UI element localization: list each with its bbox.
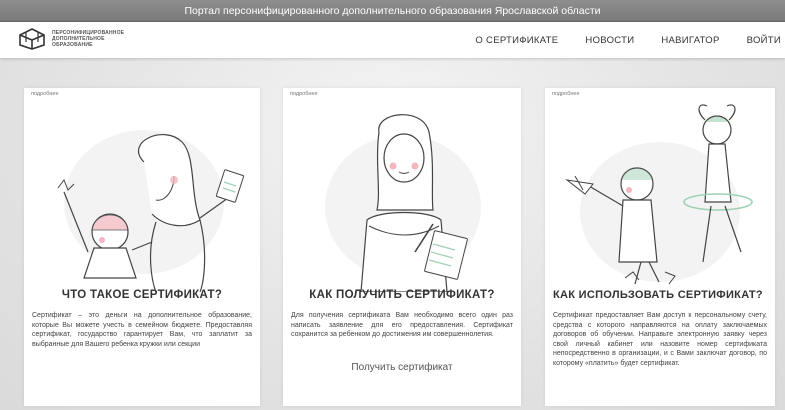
banner-text: Портал персонифицированного дополнительн…: [184, 5, 601, 17]
card-what-is-certificate: подробнее ЧТО ТАКОЕ СЕРТИФИКАТ? Сертифик…: [24, 88, 260, 406]
card-how-to-use-certificate: подробнее КАК ИСПОЛЬЗОВАТЬ СЕРТИФИКАТ? С…: [545, 88, 775, 406]
top-banner: Портал персонифицированного дополнительн…: [0, 0, 785, 22]
nav-login[interactable]: ВОЙТИ: [747, 35, 781, 46]
nav-navigator[interactable]: НАВИГАТОР: [661, 35, 719, 46]
navbar: ПЕРСОНИФИЦИРОВАННОЕ ДОПОЛНИТЕЛЬНОЕ ОБРАЗ…: [0, 22, 785, 58]
card-more-link[interactable]: подробнее: [552, 91, 580, 97]
card-text: Для получения сертификата Вам необходимо…: [291, 312, 513, 338]
card-text: Сертификат – это деньги на дополнительно…: [32, 312, 252, 348]
get-certificate-link[interactable]: Получить сертификат: [283, 362, 521, 373]
nav-news[interactable]: НОВОСТИ: [585, 35, 634, 46]
card-more-link[interactable]: подробнее: [31, 91, 59, 97]
logo-text: ПЕРСОНИФИЦИРОВАННОЕ ДОПОЛНИТЕЛЬНОЕ ОБРАЗ…: [52, 30, 124, 48]
card-text: Сертификат предоставляет Вам доступ к пе…: [553, 312, 767, 367]
card-title: КАК ИСПОЛЬЗОВАТЬ СЕРТИФИКАТ?: [553, 289, 763, 301]
nav-about-certificate[interactable]: О СЕРТИФИКАТЕ: [475, 35, 558, 46]
kids-hobbies-illustration: [565, 104, 753, 285]
logo[interactable]: ПЕРСОНИФИЦИРОВАННОЕ ДОПОЛНИТЕЛЬНОЕ ОБРАЗ…: [18, 27, 124, 51]
card-title: КАК ПОЛУЧИТЬ СЕРТИФИКАТ?: [309, 289, 495, 301]
card-title: ЧТО ТАКОЕ СЕРТИФИКАТ?: [61, 289, 223, 301]
card-more-link[interactable]: подробнее: [290, 91, 318, 97]
logo-icon: [19, 28, 45, 50]
logo-line-3: ОБРАЗОВАНИЕ: [52, 42, 93, 48]
card-how-to-get-certificate: подробнее КАК ПОЛУЧИТЬ СЕРТИФИКАТ? Для п…: [283, 88, 521, 406]
woman-signing-illustration: [325, 114, 481, 292]
main-nav: О СЕРТИФИКАТЕ НОВОСТИ НАВИГАТОР ВОЙТИ: [448, 22, 781, 58]
mother-child-illustration: [57, 130, 245, 292]
